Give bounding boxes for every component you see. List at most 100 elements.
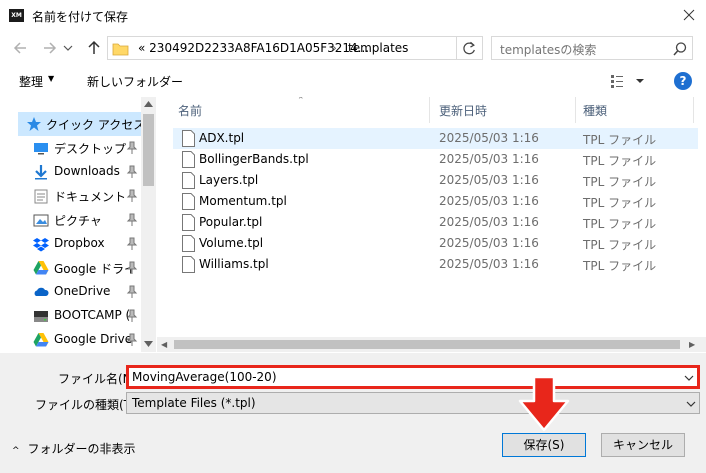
pin-icon[interactable] xyxy=(126,285,138,299)
file-row[interactable]: Williams.tpl 2025/05/03 1:16 TPL ファイル xyxy=(173,254,698,275)
pin-icon[interactable] xyxy=(126,261,138,275)
column-divider[interactable] xyxy=(693,97,694,123)
column-divider[interactable] xyxy=(429,97,430,123)
file-icon xyxy=(182,235,195,252)
file-row[interactable]: Popular.tpl 2025/05/03 1:16 TPL ファイル xyxy=(173,212,698,233)
sidebar-item-bootcamp[interactable]: BOOTCAMP ( xyxy=(0,304,140,328)
save-button[interactable]: 保存(S) xyxy=(502,433,586,457)
star-icon xyxy=(27,117,41,131)
chevron-down-icon[interactable] xyxy=(685,398,697,410)
sidebar-item-downloads[interactable]: Downloads xyxy=(0,160,140,184)
column-divider[interactable] xyxy=(575,97,576,123)
search-box[interactable]: templatesの検索 xyxy=(491,36,693,60)
file-icon xyxy=(182,193,195,210)
sidebar-item-dropbox[interactable]: Dropbox xyxy=(0,232,140,256)
title-bar: XM 名前を付けて保存 xyxy=(0,0,706,32)
sidebar-item-onedrive[interactable]: OneDrive xyxy=(0,280,140,304)
desktop-icon xyxy=(34,143,48,155)
sidebar-item-google-drive[interactable]: Google Drive xyxy=(0,328,140,352)
chevron-down-icon[interactable] xyxy=(683,372,695,384)
file-row[interactable]: Volume.tpl 2025/05/03 1:16 TPL ファイル xyxy=(173,233,698,254)
scroll-up-arrow-icon[interactable] xyxy=(144,101,153,107)
column-header-name[interactable]: 名前 xyxy=(178,102,202,119)
file-row[interactable]: ADX.tpl 2025/05/03 1:16 TPL ファイル xyxy=(173,128,698,149)
new-folder-button[interactable]: 新しいフォルダー xyxy=(87,73,183,90)
pin-icon[interactable] xyxy=(126,309,138,323)
refresh-icon[interactable] xyxy=(456,36,482,60)
sidebar-item-label: Google ドライ xyxy=(54,262,137,276)
red-arrow-annotation xyxy=(518,375,570,432)
file-date: 2025/05/03 1:16 xyxy=(439,236,539,250)
file-type: TPL ファイル xyxy=(583,217,657,231)
breadcrumb-separator[interactable]: › xyxy=(332,41,337,55)
file-icon xyxy=(182,214,195,231)
sidebar-item-pictures[interactable]: ピクチャ xyxy=(0,208,140,232)
column-header-row: ⌃ 名前 更新日時 種類 xyxy=(157,97,706,123)
filename-value[interactable]: MovingAverage(100-20) xyxy=(132,370,277,384)
address-bar[interactable]: « 230492D2233A8FA16D1A05F3214... › templ… xyxy=(107,36,483,60)
pin-icon[interactable] xyxy=(126,333,138,347)
scroll-right-arrow-icon[interactable]: ▶ xyxy=(689,340,695,349)
file-row[interactable]: Momentum.tpl 2025/05/03 1:16 TPL ファイル xyxy=(173,191,698,212)
scroll-left-arrow-icon[interactable]: ◀ xyxy=(161,340,167,349)
chevron-up-icon: ^ xyxy=(12,446,20,456)
pin-icon[interactable] xyxy=(126,141,138,155)
filetype-select[interactable]: Template Files (*.tpl) xyxy=(126,392,700,414)
sidebar-item-label: デスクトップ xyxy=(54,142,127,156)
sidebar-item-label: Google Drive xyxy=(54,332,133,346)
filetype-value: Template Files (*.tpl) xyxy=(132,396,256,410)
search-icon[interactable] xyxy=(672,41,688,57)
close-icon[interactable] xyxy=(676,4,702,26)
file-list: ⌃ 名前 更新日時 種類 ADX.tpl 2025/05/03 1:16 TPL… xyxy=(157,97,706,352)
file-icon xyxy=(182,130,195,147)
column-header-type[interactable]: 種類 xyxy=(583,102,607,119)
file-date: 2025/05/03 1:16 xyxy=(439,131,539,145)
sidebar-item-label: OneDrive xyxy=(54,284,111,298)
filename-field[interactable]: MovingAverage(100-20) xyxy=(126,365,700,389)
hide-folders-toggle[interactable]: ^ フォルダーの非表示 xyxy=(12,440,136,457)
search-input[interactable]: templatesの検索 xyxy=(500,41,596,58)
sidebar-scrollbar[interactable] xyxy=(141,97,156,352)
recent-locations-chevron-icon[interactable] xyxy=(62,38,74,58)
organize-menu-button[interactable]: 整理 xyxy=(19,73,43,90)
dropbox-icon xyxy=(33,238,49,252)
up-arrow-icon[interactable] xyxy=(84,38,104,58)
column-header-date[interactable]: 更新日時 xyxy=(439,102,487,119)
file-list-horizontal-scrollbar[interactable]: ◀ ▶ xyxy=(157,337,706,352)
google-drive-icon xyxy=(33,261,49,275)
horizontal-scroll-thumb[interactable] xyxy=(174,340,680,349)
pin-icon[interactable] xyxy=(126,213,138,227)
sidebar-item-desktop[interactable]: デスクトップ xyxy=(0,136,140,160)
back-arrow-icon[interactable] xyxy=(11,38,31,58)
file-name: Volume.tpl xyxy=(199,236,264,250)
view-options-icon[interactable] xyxy=(611,73,647,89)
file-date: 2025/05/03 1:16 xyxy=(439,194,539,208)
file-row[interactable]: BollingerBands.tpl 2025/05/03 1:16 TPL フ… xyxy=(173,149,698,170)
sidebar-scroll-thumb[interactable] xyxy=(143,114,154,186)
pin-icon[interactable] xyxy=(126,189,138,203)
breadcrumb-current[interactable]: templates xyxy=(348,41,408,55)
file-type: TPL ファイル xyxy=(583,154,657,168)
organize-caret-icon[interactable]: ▼ xyxy=(48,74,54,83)
scroll-down-arrow-icon[interactable] xyxy=(144,341,153,347)
file-name: Williams.tpl xyxy=(199,257,269,271)
file-name: Layers.tpl xyxy=(199,173,259,187)
file-type: TPL ファイル xyxy=(583,259,657,273)
google-drive-icon xyxy=(33,333,49,347)
sidebar-item-google-drive-jp[interactable]: Google ドライ xyxy=(0,256,140,280)
pin-icon[interactable] xyxy=(126,165,138,179)
file-row[interactable]: Layers.tpl 2025/05/03 1:16 TPL ファイル xyxy=(173,170,698,191)
pin-icon[interactable] xyxy=(126,237,138,251)
navigation-pane: クイック アクセス デスクトップ Downloads ドキュメント ピクチャ D xyxy=(0,97,156,352)
sidebar-item-quick-access[interactable]: クイック アクセス xyxy=(18,112,145,136)
file-type: TPL ファイル xyxy=(583,238,657,252)
forward-arrow-icon[interactable] xyxy=(39,38,59,58)
sidebar-item-documents[interactable]: ドキュメント xyxy=(0,184,140,208)
app-icon: XM xyxy=(9,9,24,22)
file-date: 2025/05/03 1:16 xyxy=(439,173,539,187)
file-name: Popular.tpl xyxy=(199,215,263,229)
sidebar-item-label: ピクチャ xyxy=(54,214,102,228)
cancel-button[interactable]: キャンセル xyxy=(601,433,685,457)
help-icon[interactable]: ? xyxy=(674,72,692,90)
onedrive-icon xyxy=(34,287,49,296)
